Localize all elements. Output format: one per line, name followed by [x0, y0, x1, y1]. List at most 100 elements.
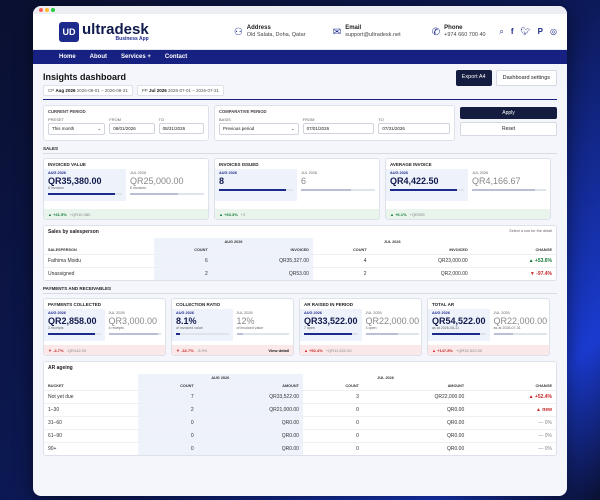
cell-previous-count: 2	[312, 267, 371, 280]
social-links: ⌕ f 🐦︎ P ◎	[499, 27, 557, 37]
current-period-filter: CURRENT PERIOD PRESET This month ⌄ FROM 0…	[43, 105, 209, 141]
salesperson-hint: Select a row for the detail	[509, 229, 552, 233]
kpi-previous: JUL 2026 QR22,000.00 as at 2026-07-31	[490, 309, 549, 341]
ageing-row[interactable]: Not yet due 7 QR33,522.00 3 QR22,000.00 ▲ +52…	[44, 390, 556, 404]
search-icon[interactable]: ⌕	[499, 27, 503, 37]
kpi-period: JUL 2026	[130, 171, 147, 175]
salesperson-row[interactable]: Fathima Moidu 6 QR35,327.00 4 QR23,000.00 ▲ +…	[44, 254, 556, 268]
kpi-progress-fill	[108, 333, 159, 335]
kpi-delta: ▲ +147.8%	[432, 347, 453, 353]
kpi-current: AUG 2026 8	[215, 169, 297, 201]
kpi-subtext: as at 2026-07-31	[493, 326, 521, 330]
kpi-progress-fill	[472, 189, 535, 191]
cell-label: 90+	[44, 442, 138, 455]
cell-previous-amount: QR22,000.00	[362, 390, 469, 404]
kpi-title: AVERAGE INVOICE	[390, 162, 432, 167]
from-label: FROM	[109, 117, 122, 122]
ageing-row[interactable]: 61–90 0 QR0.00 0 QR0.00— 0%	[44, 429, 556, 443]
export-button[interactable]: Export A4	[455, 70, 492, 86]
cell-current-amount: QR53.00	[211, 267, 313, 280]
ageing-row[interactable]: 31–60 0 QR0.00 0 QR0.00— 0%	[44, 416, 556, 430]
dashboard-settings-button[interactable]: Dashboard settings	[495, 70, 557, 86]
period-tab-previous[interactable]: PP Jul 2026 2026-07-01 – 2026-07-31	[136, 85, 225, 96]
kpi-title: INVOICES ISSUED	[219, 162, 259, 167]
cell-previous-amount: QR0.00	[362, 429, 469, 443]
cell-previous-count: 4	[312, 254, 371, 268]
kpi-period: AUG 2026	[304, 311, 322, 315]
kpi-period: AUG 2026	[432, 311, 450, 315]
cell-current-count: 7	[137, 390, 198, 404]
kpi-card: AVERAGE INVOICE AUG 2026 QR4,422.50 JUL 202…	[385, 158, 551, 220]
nav-contact[interactable]: Contact	[165, 54, 187, 60]
group-header-current: AUG 2026	[154, 238, 313, 246]
cell-change: ▲ new	[468, 403, 556, 417]
kpi-value: QR22,000.00	[493, 316, 548, 326]
facebook-icon[interactable]: f	[511, 27, 514, 37]
apply-button[interactable]: Apply	[460, 107, 557, 119]
comparative-to-input[interactable]: 07/31/2026	[378, 123, 450, 134]
ageing-row[interactable]: 90+ 0 QR0.00 0 QR0.00— 0%	[44, 442, 556, 455]
nav-home[interactable]: Home	[59, 54, 76, 60]
current-from-input[interactable]: 08/01/2026	[109, 123, 155, 134]
kpi-delta: ▼ -32.7%	[176, 347, 194, 353]
col-change: CHANGE	[535, 384, 552, 388]
instagram-icon[interactable]: ◎	[550, 27, 557, 37]
ageing-table: AUG 2026 JUL 2026 BUCKET COUNT AMOUNT CO…	[44, 374, 556, 455]
close-window-button[interactable]	[39, 8, 43, 12]
period-tab-current[interactable]: CP Aug 2026 2026-08-01 – 2026-08-31	[43, 85, 133, 96]
kpi-delta: ▲ +6.1%	[390, 211, 407, 217]
current-from-value: 08/01/2026	[113, 126, 136, 131]
kpi-period: JUL 2026	[365, 311, 382, 315]
preset-select[interactable]: This month ⌄	[48, 123, 106, 135]
kpi-progress-fill	[390, 189, 457, 191]
kpi-card: INVOICED VALUE AUG 2026 QR35,380.00 8 invoi…	[43, 158, 209, 220]
phone-value[interactable]: +974 660 700 40	[444, 32, 485, 38]
comparative-from-input[interactable]: 07/01/2026	[302, 123, 375, 134]
kpi-card: COLLECTION RATIO AUG 2026 8.1% of invoiced …	[171, 298, 294, 356]
kpi-current: AUG 2026 8.1% of invoiced value	[172, 309, 233, 341]
kpi-value: QR4,422.50	[390, 176, 439, 186]
user-location-icon: ⚇	[233, 27, 243, 38]
kpi-delta-note: +QR11,522.00	[325, 347, 352, 353]
kpi-title: PAYMENTS COLLECTED	[48, 302, 102, 307]
kpi-subtext: 6 invoices	[130, 186, 146, 190]
current-to-input[interactable]: 08/31/2026	[158, 123, 205, 134]
twitter-icon[interactable]: 🐦︎	[521, 27, 531, 37]
sales-kpi-row: INVOICED VALUE AUG 2026 QR35,380.00 8 invoi…	[43, 158, 557, 220]
pinterest-icon[interactable]: P	[538, 27, 543, 37]
kpi-progress-fill	[304, 333, 353, 335]
view-detail-link[interactable]: View detail	[268, 348, 289, 353]
period-prefix: PP	[141, 88, 148, 93]
basis-select[interactable]: Previous period ⌄	[219, 123, 299, 135]
email-value[interactable]: support@ultradesk.net	[345, 32, 400, 38]
section-divider	[43, 293, 557, 294]
period-prefix: CP	[48, 88, 55, 93]
title-bar	[33, 6, 567, 14]
nav-services[interactable]: Services +	[121, 54, 151, 60]
ageing-row[interactable]: 1–30 2 QR21,000.00 0 QR0.00 ▲ new	[44, 403, 556, 417]
address-info: ⚇ Address Old Salata, Doha, Qatar	[234, 25, 319, 38]
group-header-previous: JUL 2026	[377, 376, 394, 380]
reset-button[interactable]: Reset	[460, 122, 557, 136]
group-header-current: AUG 2026	[137, 374, 303, 382]
kpi-previous: JUL 2026 QR4,166.67	[468, 169, 550, 201]
cell-current-amount: QR21,000.00	[197, 403, 303, 417]
minimize-window-button[interactable]	[45, 8, 49, 12]
period-name: Aug 2026	[55, 88, 76, 93]
phone-title: Phone	[444, 25, 463, 31]
page-title: Insights dashboard	[43, 72, 127, 82]
top-bar: UD ultradesk Business App ⚇ Address Old …	[33, 14, 567, 50]
kpi-current: AUG 2026 QR4,422.50	[386, 169, 468, 201]
kpi-progress-fill	[432, 333, 481, 335]
kpi-delta: ▲ +52.4%	[304, 347, 323, 353]
nav-about[interactable]: About	[90, 54, 107, 60]
phone-info: ✆ Phone +974 660 700 40	[432, 25, 500, 38]
dashboard-content: Insights dashboard CP Aug 2026 2026-08-0…	[33, 64, 567, 456]
brand-logo[interactable]: UD ultradesk Business App	[59, 21, 204, 42]
maximize-window-button[interactable]	[51, 8, 55, 12]
salesperson-row[interactable]: Unassigned 2 QR53.00 2 QR2,000.00 ▼ -97.4%	[44, 267, 556, 280]
cell-change: ▲ +53.6%	[471, 254, 556, 268]
cell-current-count: 0	[137, 429, 198, 443]
kpi-value: 6	[301, 176, 307, 186]
phone-icon: ✆	[431, 27, 441, 38]
